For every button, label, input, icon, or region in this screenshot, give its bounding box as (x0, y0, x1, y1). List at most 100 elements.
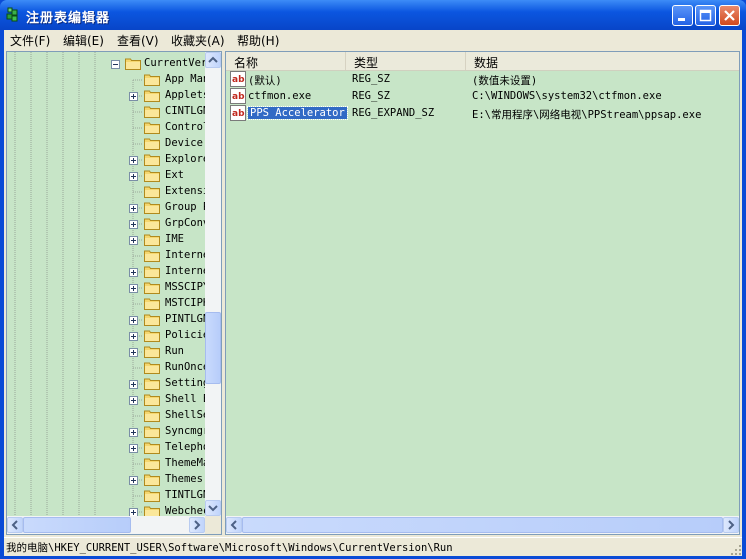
tree-scroll-up-button[interactable] (205, 52, 221, 68)
maximize-icon (699, 9, 712, 22)
tree-vertical-scroll-thumb[interactable] (205, 312, 221, 384)
arrow-right-icon (728, 520, 735, 530)
tree-node[interactable]: Themes (7, 472, 205, 488)
minimize-button[interactable] (672, 5, 693, 26)
menu-help[interactable]: 帮助(H) (237, 32, 279, 49)
tree-node[interactable]: MSSCIPY (7, 280, 205, 296)
svg-text:ab: ab (232, 75, 245, 85)
tree-node[interactable]: Device Metadata (7, 136, 205, 152)
tree-node[interactable]: Shell Extensions (7, 392, 205, 408)
tree-node[interactable]: GrpConv (7, 216, 205, 232)
tree-node-label: ThemeManager (165, 457, 205, 469)
folder-icon (144, 266, 160, 278)
tree-horizontal-scrollbar[interactable] (7, 516, 205, 534)
title-bar[interactable]: 注册表编辑器 (0, 0, 746, 30)
tree-node[interactable]: CINTLGNT (7, 104, 205, 120)
tree-node[interactable]: Ext (7, 168, 205, 184)
folder-icon (144, 74, 160, 86)
list-scroll-right-button[interactable] (723, 517, 739, 533)
tree-node[interactable]: ShellServiceObjects (7, 408, 205, 424)
value-name[interactable]: ctfmon.exe (248, 90, 311, 102)
folder-icon (144, 442, 160, 454)
svg-text:ab: ab (232, 92, 245, 102)
folder-icon (144, 282, 160, 294)
tree-node[interactable]: PINTLGNT (7, 312, 205, 328)
arrow-up-icon (208, 56, 218, 63)
list-row[interactable]: ab PPS Accelerator REG_EXPAND_SZ E:\常用程序\网络… (226, 105, 739, 122)
tree-horizontal-scroll-thumb[interactable] (23, 517, 131, 533)
folder-icon (144, 186, 160, 198)
value-data: (数值未设置) (472, 75, 538, 87)
tree-node[interactable]: IME (7, 232, 205, 248)
tree-node[interactable]: Group Policy (7, 200, 205, 216)
folder-icon (144, 346, 160, 358)
list-scroll-left-button[interactable] (226, 517, 242, 533)
value-name[interactable]: (默认) (248, 73, 282, 88)
window-title: 注册表编辑器 (26, 11, 111, 26)
tree-node-label: Controls Folder (165, 121, 205, 133)
key-tree-pane[interactable]: CurrentVersion App Management Applets CINTL… (6, 51, 222, 535)
folder-icon (144, 410, 160, 422)
menu-favorites[interactable]: 收藏夹(A) (171, 32, 225, 49)
registry-editor-window: 注册表编辑器 文件(F) 编辑(E) 查看(V) 收藏夹(A) 帮助(H) Cu… (0, 0, 746, 559)
folder-icon (125, 58, 141, 70)
tree-node[interactable]: Internet Settings (7, 264, 205, 280)
tree-node-label: MSSCIPY (165, 281, 205, 293)
column-header-type[interactable]: 类型 (346, 52, 466, 70)
tree-node-label: IME (165, 233, 184, 245)
tree-node[interactable]: Telephony (7, 440, 205, 456)
tree-node[interactable]: Applets (7, 88, 205, 104)
value-type: REG_SZ (352, 73, 390, 85)
folder-icon (144, 394, 160, 406)
list-horizontal-scrollbar[interactable] (226, 516, 739, 534)
tree-node[interactable]: Policies (7, 328, 205, 344)
column-header-name[interactable]: 名称 (226, 52, 346, 70)
folder-icon (144, 474, 160, 486)
value-name[interactable]: PPS Accelerator (247, 106, 348, 120)
maximize-button[interactable] (695, 5, 716, 26)
folder-icon (144, 218, 160, 230)
tree-node-label: Syncmgr (165, 425, 205, 437)
value-data: C:\WINDOWS\system32\ctfmon.exe (472, 90, 662, 102)
tree-node-label: Device Metadata (165, 137, 205, 149)
tree-node[interactable]: Syncmgr (7, 424, 205, 440)
tree-node-label: MSTCIPH (165, 297, 205, 309)
value-list-pane[interactable]: 名称 类型 数据 ab (默认) REG_SZ (数值未设置) ab ctfmon.exe… (225, 51, 740, 535)
close-button[interactable] (719, 5, 740, 26)
menu-view[interactable]: 查看(V) (117, 32, 159, 49)
tree-scroll-right-button[interactable] (189, 517, 205, 533)
tree-node[interactable]: ThemeManager (7, 456, 205, 472)
tree-scroll-down-button[interactable] (205, 500, 221, 516)
tree-node-label: Group Policy (165, 201, 205, 213)
value-type: REG_SZ (352, 90, 390, 102)
svg-text:ab: ab (232, 109, 245, 119)
plus-icon (129, 348, 138, 357)
list-horizontal-scroll-thumb[interactable] (242, 517, 723, 533)
tree-node-label: TINTLGNT (165, 489, 205, 501)
column-header-data[interactable]: 数据 (466, 52, 739, 70)
tree-node[interactable]: RunOnce (7, 360, 205, 376)
tree-node[interactable]: Extensions (7, 184, 205, 200)
tree-node[interactable]: TINTLGNT (7, 488, 205, 504)
tree-node-label: Explorer (165, 153, 205, 165)
tree-node-label: App Management (165, 73, 205, 85)
arrow-left-icon (11, 520, 18, 530)
tree-node[interactable]: Settings (7, 376, 205, 392)
tree-node[interactable]: MSTCIPH (7, 296, 205, 312)
tree-node[interactable]: Explorer (7, 152, 205, 168)
list-row[interactable]: ab (默认) REG_SZ (数值未设置) (226, 71, 739, 88)
resize-grip-icon[interactable] (729, 543, 742, 556)
menu-bar: 文件(F) 编辑(E) 查看(V) 收藏夹(A) 帮助(H) (4, 30, 742, 49)
tree-scroll-left-button[interactable] (7, 517, 23, 533)
string-value-icon: ab (230, 105, 246, 121)
menu-edit[interactable]: 编辑(E) (63, 32, 104, 49)
tree-node[interactable]: Run (7, 344, 205, 360)
string-value-icon: ab (230, 88, 246, 104)
tree-node[interactable]: Internet (7, 248, 205, 264)
tree-node[interactable]: Controls Folder (7, 120, 205, 136)
list-row[interactable]: ab ctfmon.exe REG_SZ C:\WINDOWS\system32\ct… (226, 88, 739, 105)
tree-vertical-scrollbar[interactable] (205, 52, 221, 516)
tree-node[interactable]: App Management (7, 72, 205, 88)
tree-node-parent[interactable]: CurrentVersion (7, 56, 205, 72)
menu-file[interactable]: 文件(F) (10, 32, 50, 49)
